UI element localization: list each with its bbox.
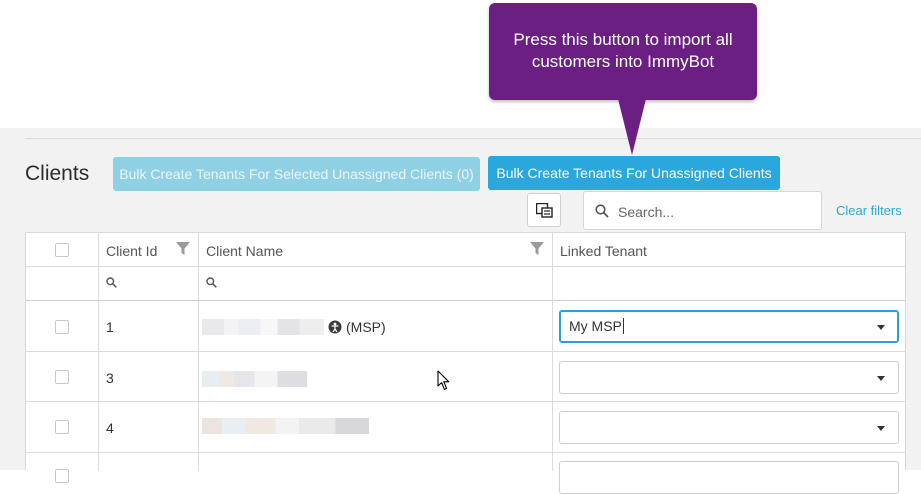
- client-name-redacted: [202, 371, 307, 387]
- callout-line-2: customers into ImmyBot: [531, 52, 715, 71]
- search-icon: [595, 204, 609, 218]
- cell-client-id: 1: [106, 319, 114, 335]
- search-box[interactable]: [583, 191, 822, 230]
- linked-tenant-value: My MSP: [569, 318, 624, 334]
- divider: [25, 138, 921, 139]
- cell-client-id: 3: [106, 370, 114, 386]
- column-header-client-name[interactable]: Client Name: [206, 243, 283, 259]
- clients-table: Client Id Client Name Linked Tenant 1 (M…: [25, 232, 906, 494]
- header-divider: [26, 266, 905, 267]
- row-divider: [26, 351, 905, 352]
- bulk-create-all-button[interactable]: Bulk Create Tenants For Unassigned Clien…: [488, 156, 780, 190]
- callout-line-1: Press this button to import all: [513, 30, 733, 49]
- callout-pointer: [618, 99, 646, 155]
- row-checkbox[interactable]: [55, 469, 69, 483]
- row-checkbox[interactable]: [55, 370, 69, 384]
- row-divider: [26, 452, 905, 453]
- filter-icon[interactable]: [530, 242, 544, 256]
- callout-annotation: Press this button to import all customer…: [489, 3, 757, 100]
- column-header-client-id[interactable]: Client Id: [106, 243, 157, 259]
- column-divider: [552, 233, 553, 471]
- column-header-linked-tenant[interactable]: Linked Tenant: [560, 243, 647, 259]
- column-chooser-icon: [536, 203, 553, 218]
- select-all-checkbox[interactable]: [55, 243, 69, 257]
- clear-filters-link[interactable]: Clear filters: [836, 203, 902, 218]
- row-checkbox[interactable]: [55, 420, 69, 434]
- column-divider: [98, 233, 99, 471]
- column-divider: [198, 233, 199, 471]
- chevron-down-icon: [877, 325, 885, 330]
- column-chooser-button[interactable]: [527, 193, 561, 227]
- bulk-create-selected-button[interactable]: Bulk Create Tenants For Selected Unassig…: [113, 157, 480, 191]
- row-divider: [26, 401, 905, 402]
- linked-tenant-select[interactable]: My MSP: [559, 310, 899, 343]
- linked-tenant-select[interactable]: [559, 411, 899, 444]
- top-area: [0, 0, 921, 128]
- linked-tenant-select[interactable]: [559, 361, 899, 394]
- search-icon[interactable]: [106, 277, 117, 288]
- chevron-down-icon: [877, 426, 885, 431]
- client-name-redacted: [202, 319, 324, 335]
- row-checkbox[interactable]: [55, 320, 69, 334]
- client-name-redacted: [202, 418, 369, 434]
- cell-client-id: 4: [106, 420, 114, 436]
- page-title: Clients: [25, 162, 90, 185]
- callout-text: Press this button to import all customer…: [489, 29, 757, 73]
- mouse-pointer-icon: [437, 370, 450, 390]
- search-icon[interactable]: [206, 277, 217, 288]
- filter-icon[interactable]: [176, 242, 190, 256]
- linked-tenant-select[interactable]: [559, 461, 899, 494]
- client-name-suffix: (MSP): [346, 319, 386, 335]
- search-input[interactable]: [616, 200, 815, 224]
- filter-row-divider: [26, 300, 905, 301]
- chevron-down-icon: [877, 376, 885, 381]
- msp-badge-icon: [328, 320, 342, 334]
